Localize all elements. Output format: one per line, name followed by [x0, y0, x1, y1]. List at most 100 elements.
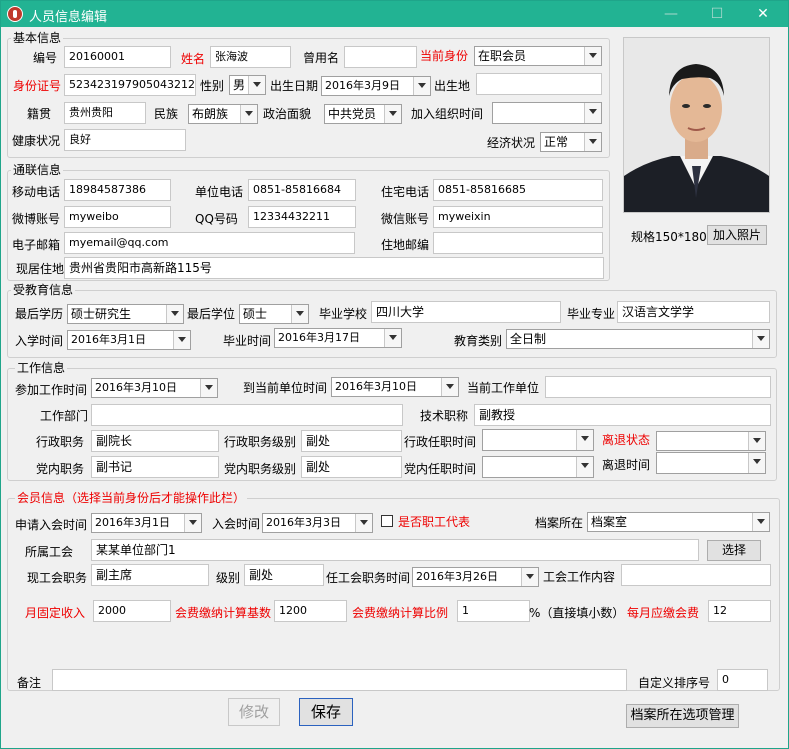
title-bar[interactable]: 人员信息编辑 — ☐ ✕ — [1, 1, 788, 27]
ethnic-select[interactable]: 布朗族 — [188, 104, 258, 124]
political-select[interactable]: 中共党员 — [324, 104, 402, 124]
zip-input[interactable] — [433, 232, 603, 254]
chevron-down-icon[interactable] — [752, 513, 769, 531]
modify-button[interactable]: 修改 — [228, 698, 280, 726]
mobile-input[interactable]: 18984587386 — [64, 179, 171, 201]
political-label: 政治面貌 — [263, 107, 312, 121]
chevron-down-icon[interactable] — [240, 105, 257, 123]
chevron-down-icon[interactable] — [584, 103, 601, 123]
union-input[interactable]: 某某单位部门1 — [91, 539, 699, 561]
chevron-down-icon[interactable] — [384, 105, 401, 123]
alias-input[interactable] — [344, 46, 417, 68]
status-label: 当前身份 — [420, 49, 469, 63]
join-time-picker[interactable]: 2016年3月3日 — [262, 513, 373, 533]
party-level-input[interactable]: 副处 — [301, 456, 402, 478]
archive-select[interactable]: 档案室 — [587, 512, 770, 532]
apply-time-picker[interactable]: 2016年3月1日 — [91, 513, 202, 533]
economic-select[interactable]: 正常 — [540, 132, 602, 152]
save-button[interactable]: 保存 — [299, 698, 353, 726]
chevron-down-icon[interactable] — [384, 329, 401, 347]
alias-label: 曾用名 — [303, 51, 340, 65]
admin-post-input[interactable]: 副院长 — [91, 430, 219, 452]
union-post-time-picker[interactable]: 2016年3月26日 — [412, 567, 539, 587]
admin-level-input[interactable]: 副处 — [301, 430, 402, 452]
chevron-down-icon[interactable] — [173, 331, 190, 349]
native-label: 籍贯 — [27, 107, 52, 121]
chevron-down-icon[interactable] — [748, 432, 765, 450]
edu-select[interactable]: 硕士研究生 — [67, 304, 184, 324]
admin-time-label: 行政任职时间 — [404, 435, 477, 449]
major-input[interactable]: 汉语言文学学 — [617, 301, 770, 323]
economic-label: 经济状况 — [487, 136, 536, 150]
union-level-input[interactable]: 副处 — [244, 564, 324, 586]
fee-base-input[interactable]: 1200 — [274, 600, 347, 622]
work-start-picker[interactable]: 2016年3月10日 — [91, 378, 218, 398]
sort-input[interactable]: 0 — [717, 669, 768, 691]
edutype-select[interactable]: 全日制 — [506, 329, 770, 349]
weibo-label: 微博账号 — [12, 212, 61, 226]
workphone-input[interactable]: 0851-85816684 — [248, 179, 356, 201]
qq-input[interactable]: 12334432211 — [248, 206, 356, 228]
monthly-fee-input[interactable]: 12 — [708, 600, 771, 622]
union-post-label: 现工会职务 — [27, 571, 88, 585]
select-union-button[interactable]: 选择 — [707, 540, 761, 561]
enroll-picker[interactable]: 2016年3月1日 — [67, 330, 191, 350]
chevron-down-icon[interactable] — [584, 47, 601, 65]
chevron-down-icon[interactable] — [752, 330, 769, 348]
health-input[interactable]: 良好 — [64, 129, 186, 151]
work-unit-input[interactable] — [545, 376, 771, 398]
degree-select[interactable]: 硕士 — [239, 304, 309, 324]
tech-title-input[interactable]: 副教授 — [474, 404, 771, 426]
id-input[interactable]: 20160001 — [64, 46, 171, 68]
close-button[interactable]: ✕ — [740, 1, 786, 27]
name-input[interactable]: 张海波 — [210, 46, 291, 68]
status-select[interactable]: 在职会员 — [474, 46, 602, 66]
idcard-input[interactable]: 523423197905043212 — [64, 74, 196, 96]
birthplace-input[interactable] — [476, 73, 602, 95]
email-input[interactable]: myemail@qq.com — [64, 232, 355, 254]
wechat-input[interactable]: myweixin — [433, 206, 603, 228]
chevron-down-icon[interactable] — [576, 430, 593, 450]
chevron-down-icon[interactable] — [584, 133, 601, 151]
fee-base-label: 会费缴纳计算基数 — [175, 606, 272, 620]
maximize-button[interactable]: ☐ — [694, 1, 740, 27]
birthdate-picker[interactable]: 2016年3月9日 — [321, 76, 431, 96]
dept-input[interactable] — [91, 404, 403, 426]
chevron-down-icon[interactable] — [291, 305, 308, 323]
chevron-down-icon[interactable] — [355, 514, 372, 532]
chevron-down-icon[interactable] — [184, 514, 201, 532]
union-content-input[interactable] — [621, 564, 771, 586]
income-input[interactable]: 2000 — [93, 600, 171, 622]
unit-start-picker[interactable]: 2016年3月10日 — [331, 377, 459, 397]
chevron-down-icon[interactable] — [413, 77, 430, 95]
note-input[interactable] — [52, 669, 627, 691]
minimize-button[interactable]: — — [648, 1, 694, 27]
chevron-down-icon[interactable] — [166, 305, 183, 323]
address-input[interactable]: 贵州省贵阳市高新路115号 — [64, 257, 604, 279]
admin-time-picker[interactable] — [482, 429, 594, 451]
enroll-label: 入学时间 — [15, 334, 64, 348]
retire-status-select[interactable] — [656, 431, 766, 451]
party-time-picker[interactable] — [482, 456, 594, 478]
person-edit-window: 人员信息编辑 — ☐ ✕ 基本信息 编号 20160001 姓名 张海波 曾用名… — [0, 0, 789, 749]
chevron-down-icon[interactable] — [748, 453, 765, 473]
chevron-down-icon[interactable] — [521, 568, 538, 586]
chevron-down-icon[interactable] — [576, 457, 593, 477]
homephone-input[interactable]: 0851-85816685 — [433, 179, 603, 201]
grad-picker[interactable]: 2016年3月17日 — [274, 328, 402, 348]
native-input[interactable]: 贵州贵阳 — [64, 102, 146, 124]
school-input[interactable]: 四川大学 — [371, 301, 561, 323]
union-post-input[interactable]: 副主席 — [91, 564, 209, 586]
chevron-down-icon[interactable] — [441, 378, 458, 396]
retire-time-picker[interactable] — [656, 452, 766, 474]
joinorg-picker[interactable] — [492, 102, 602, 124]
chevron-down-icon[interactable] — [248, 76, 265, 94]
fee-ratio-input[interactable]: 1 — [457, 600, 530, 622]
weibo-input[interactable]: myweibo — [64, 206, 171, 228]
worker-rep-checkbox[interactable] — [381, 515, 393, 527]
archive-options-button[interactable]: 档案所在选项管理 — [626, 704, 739, 728]
gender-select[interactable]: 男 — [229, 75, 266, 95]
chevron-down-icon[interactable] — [200, 379, 217, 397]
add-photo-button[interactable]: 加入照片 — [707, 225, 767, 245]
party-post-input[interactable]: 副书记 — [91, 456, 219, 478]
